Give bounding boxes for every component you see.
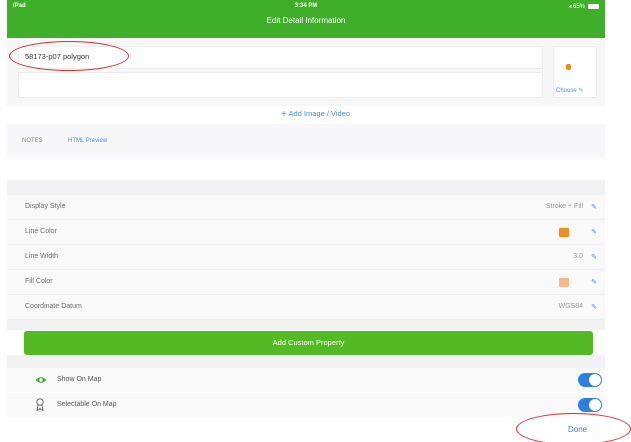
show-on-map-toggle[interactable] — [578, 373, 602, 387]
show-on-map-row: Show On Map — [7, 368, 605, 392]
selectable-on-map-toggle[interactable] — [578, 398, 602, 412]
tab-html-preview[interactable]: HTML Preview — [68, 138, 107, 144]
property-value: Stroke + Fill — [545, 203, 583, 210]
property-label: Line Width — [25, 253, 59, 260]
annotation-ellipse-name — [9, 41, 129, 71]
property-row-fill-color[interactable]: Fill Color ✎ — [7, 270, 605, 295]
add-image-video-button[interactable]: + Add Image / Video — [0, 109, 631, 120]
toggle-knob — [589, 374, 601, 386]
navigation-bar: iPad 3:34 PM ◂ 65% Edit Detail Informati… — [7, 0, 605, 38]
property-value: 3.0 — [573, 253, 583, 260]
property-label: Fill Color — [25, 278, 53, 285]
line-color-swatch[interactable] — [559, 228, 569, 237]
clock: 3:34 PM — [294, 3, 318, 9]
battery-icon — [588, 4, 599, 9]
ribbon-icon — [36, 398, 44, 411]
property-label: Coordinate Datum — [25, 303, 82, 310]
plus-icon: + — [280, 109, 287, 120]
choose-button[interactable]: Choose ✎ — [556, 87, 583, 94]
add-custom-property-button[interactable]: Add Custom Property — [24, 331, 593, 355]
pencil-icon: ✎ — [578, 88, 584, 94]
property-label: Display Style — [25, 203, 66, 210]
property-row-line-color[interactable]: Line Color ✎ — [7, 220, 605, 245]
page-title: Edit Detail Information — [266, 16, 346, 25]
section-divider — [7, 180, 605, 195]
pencil-icon[interactable]: ✎ — [591, 228, 597, 236]
feature-thumbnail-icon — [566, 64, 571, 70]
property-row-line-width[interactable]: Line Width 3.0 ✎ — [7, 245, 605, 270]
description-field[interactable] — [18, 72, 543, 98]
choose-label: Choose — [556, 88, 577, 94]
toggle-label: Selectable On Map — [57, 401, 117, 408]
annotation-ellipse-done — [516, 413, 631, 442]
battery-indicator: ◂ 65% — [568, 3, 599, 10]
selectable-on-map-row: Selectable On Map — [7, 393, 605, 417]
toggle-label: Show On Map — [57, 376, 102, 383]
notes-editor[interactable] — [7, 158, 605, 180]
pencil-icon[interactable]: ✎ — [591, 203, 597, 211]
property-row-coordinate-datum[interactable]: Coordinate Datum WGS84 ✎ — [7, 295, 605, 320]
fill-color-swatch[interactable] — [559, 278, 569, 287]
pencil-icon[interactable]: ✎ — [591, 303, 597, 311]
toggle-knob — [589, 399, 601, 411]
add-media-label: Add Image / Video — [288, 109, 351, 118]
property-label: Line Color — [25, 228, 57, 235]
battery-percent: ◂ 65% — [568, 4, 585, 10]
property-row-display-style[interactable]: Display Style Stroke + Fill ✎ — [7, 195, 605, 220]
pencil-icon[interactable]: ✎ — [591, 278, 597, 286]
pencil-icon[interactable]: ✎ — [591, 253, 597, 261]
section-divider — [7, 320, 605, 330]
eye-icon — [35, 377, 47, 383]
tab-notes[interactable]: NOTES — [22, 138, 43, 144]
property-value: WGS84 — [558, 303, 583, 310]
section-divider — [7, 355, 605, 368]
